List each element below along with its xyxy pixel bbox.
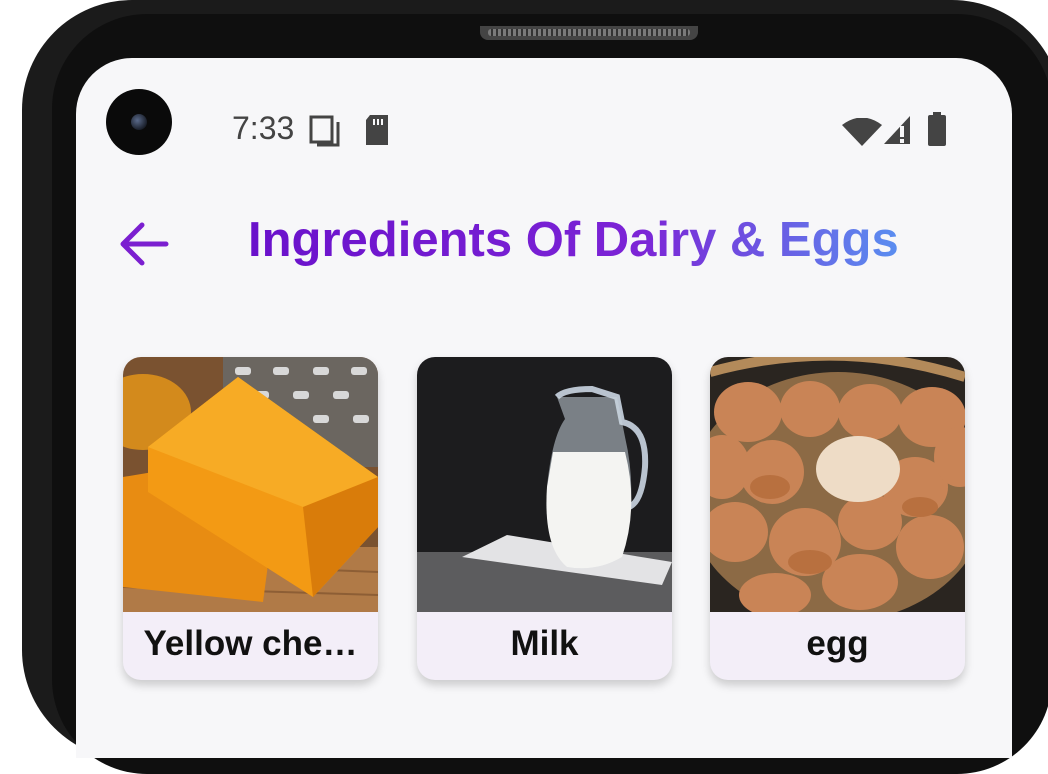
egg-basket-photo <box>710 357 965 612</box>
app-header: Ingredients Of Dairy & Eggs <box>76 208 1012 278</box>
page-title: Ingredients Of Dairy & Eggs <box>248 213 899 267</box>
yellow-cheese-photo <box>123 357 378 612</box>
ingredient-label: egg <box>806 624 869 663</box>
earpiece-speaker <box>480 26 698 40</box>
ingredient-label: Yellow che… <box>143 624 358 663</box>
arrow-back-icon[interactable] <box>116 216 172 272</box>
battery-icon <box>928 112 946 146</box>
status-time: 7:33 <box>232 110 295 146</box>
ingredient-card-milk[interactable]: Milk <box>417 357 672 680</box>
ingredient-card-egg[interactable]: egg <box>710 357 965 680</box>
sd-card-icon <box>366 115 388 145</box>
milk-jug-photo <box>417 357 672 612</box>
app-screen: 7:33 Ingredients Of Dairy & Eggs Yellow … <box>76 58 1012 758</box>
ingredient-card-yellow-cheese[interactable]: Yellow che… <box>123 357 378 680</box>
screen-icon <box>309 115 340 147</box>
ingredient-label: Milk <box>510 624 579 663</box>
wifi-icon <box>842 118 882 146</box>
signal-icon <box>884 116 910 144</box>
front-camera <box>106 89 172 155</box>
